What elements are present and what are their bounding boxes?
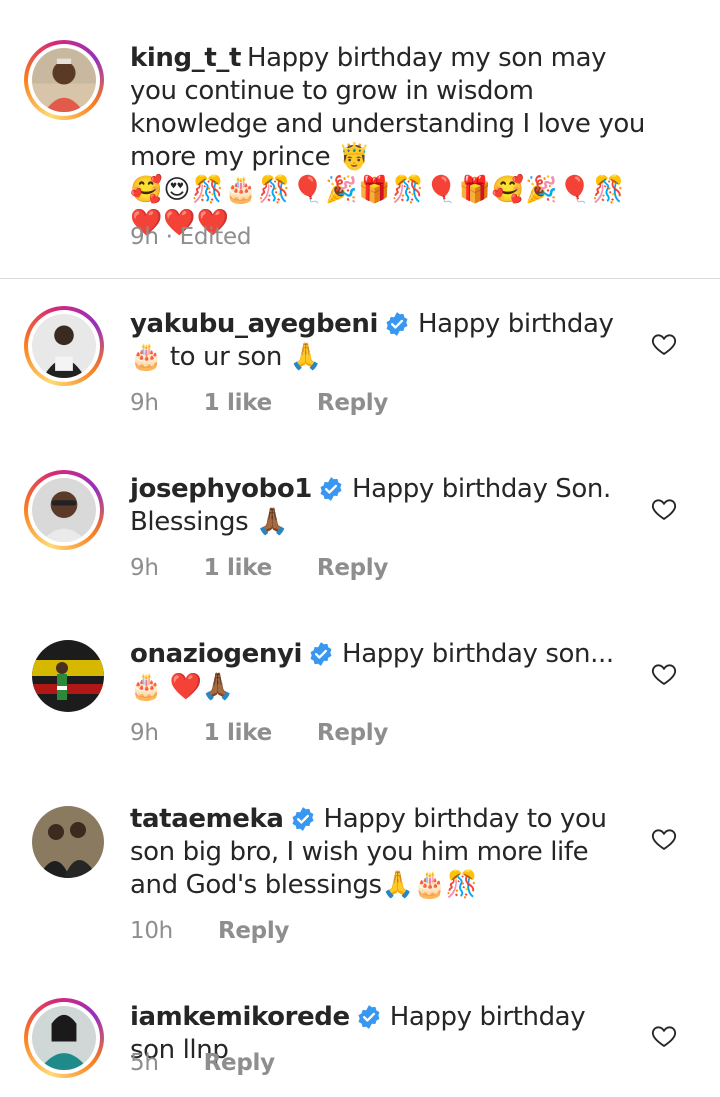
reply-button[interactable]: Reply: [204, 1050, 275, 1076]
comment-meta: 9h 1 like Reply: [130, 720, 426, 746]
timestamp: 9h: [130, 720, 159, 746]
comment-meta: 10h Reply: [130, 918, 327, 944]
comment-body: yakubu_ayegbeni Happy birthday 🎂 to ur so…: [130, 308, 635, 374]
username[interactable]: yakubu_ayegbeni: [130, 309, 378, 339]
comment-meta: 9h 1 like Reply: [130, 555, 426, 581]
comment-meta: 5h Reply: [130, 1050, 313, 1076]
avatar[interactable]: [24, 40, 104, 120]
avatar[interactable]: [24, 306, 104, 386]
timestamp: 10h: [130, 918, 173, 944]
timestamp: 9h · Edited: [130, 224, 252, 250]
likes-count[interactable]: 1 like: [204, 555, 273, 581]
comment-body: onaziogenyi Happy birthday son... 🎂 ❤️🙏🏾: [130, 638, 635, 704]
heart-outline-icon[interactable]: [650, 495, 678, 523]
timestamp: 9h: [130, 390, 159, 416]
timestamp: 9h: [130, 555, 159, 581]
username[interactable]: iamkemikorede: [130, 1002, 350, 1032]
verified-badge-icon: [318, 476, 344, 502]
username[interactable]: king_t_t: [130, 43, 241, 73]
username[interactable]: tataemeka: [130, 804, 284, 834]
heart-outline-icon[interactable]: [650, 660, 678, 688]
divider: [0, 278, 720, 279]
comment-body: tataemeka Happy birthday to you son big b…: [130, 803, 635, 902]
reply-button[interactable]: Reply: [317, 555, 388, 581]
avatar[interactable]: [32, 640, 104, 712]
reply-button[interactable]: Reply: [218, 918, 289, 944]
comment-meta: 9h · Edited: [130, 224, 289, 250]
verified-badge-icon: [308, 641, 334, 667]
reply-button[interactable]: Reply: [317, 390, 388, 416]
comment-meta: 9h 1 like Reply: [130, 390, 426, 416]
likes-count[interactable]: 1 like: [204, 720, 273, 746]
avatar[interactable]: [32, 806, 104, 878]
comment-body: josephyobo1 Happy birthday Son. Blessings…: [130, 473, 635, 539]
verified-badge-icon: [356, 1004, 382, 1030]
timestamp: 5h: [130, 1050, 159, 1076]
username[interactable]: onaziogenyi: [130, 639, 302, 669]
heart-outline-icon[interactable]: [650, 330, 678, 358]
verified-badge-icon: [384, 311, 410, 337]
comment-body: king_t_t Happy birthday my son may you co…: [130, 42, 650, 240]
username[interactable]: josephyobo1: [130, 474, 312, 504]
avatar[interactable]: [24, 998, 104, 1078]
verified-badge-icon: [290, 806, 316, 832]
likes-count[interactable]: 1 like: [204, 390, 273, 416]
reply-button[interactable]: Reply: [317, 720, 388, 746]
heart-outline-icon[interactable]: [650, 825, 678, 853]
avatar[interactable]: [24, 470, 104, 550]
heart-outline-icon[interactable]: [650, 1022, 678, 1050]
